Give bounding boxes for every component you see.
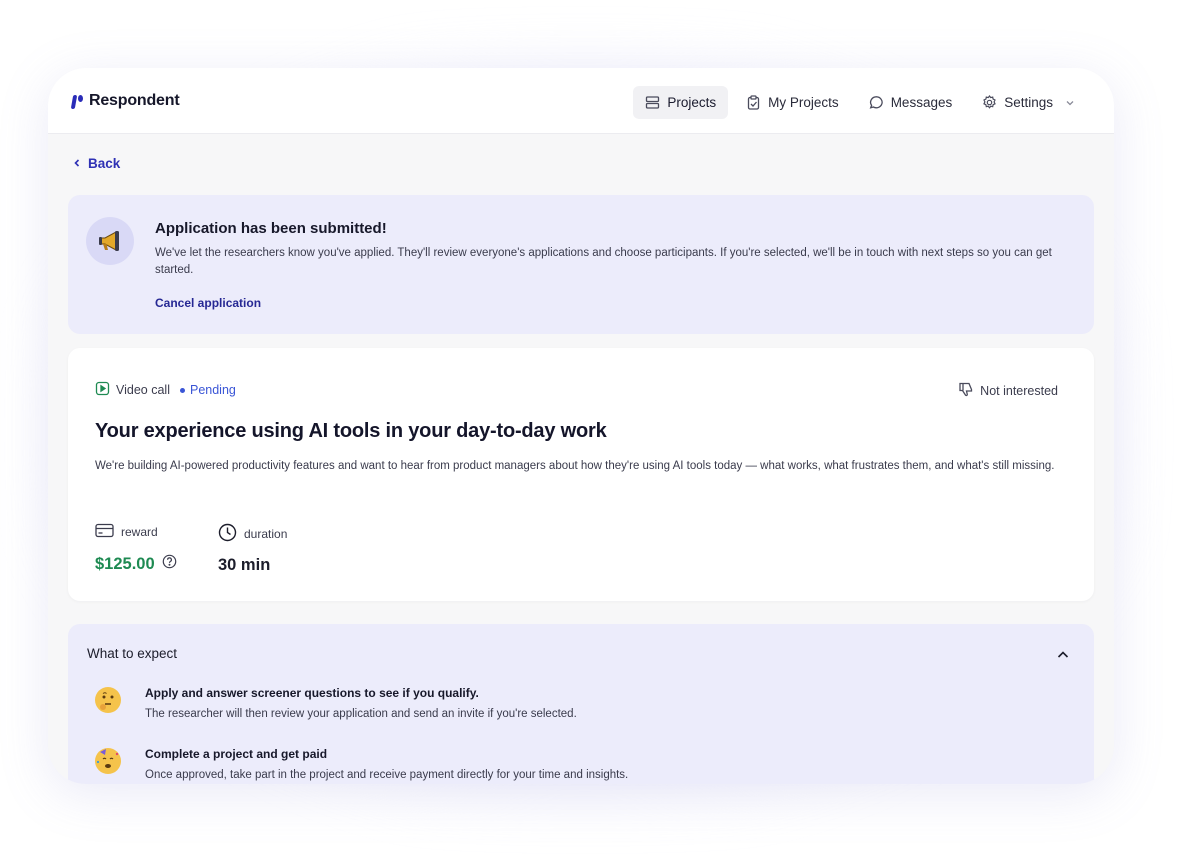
duration-value-row: 30 min [218,556,287,575]
chevron-down-icon [1064,97,1076,109]
nav-item-my-projects[interactable]: My Projects [734,86,851,119]
project-card: Video call Pending Not interested Your e… [68,348,1094,601]
project-title: Your experience using AI tools in your d… [95,420,607,442]
notice-title: Application has been submitted! [155,220,387,237]
back-label: Back [88,156,121,171]
reward-label: reward [121,525,158,539]
step-description: The researcher will then review your app… [145,708,577,720]
megaphone-icon [86,217,134,265]
status-label: Pending [189,383,236,397]
main-nav: Projects My Projects Messages Settings [633,86,1088,119]
logo-icon [70,93,83,109]
nav-item-settings[interactable]: Settings [970,86,1088,119]
expect-title: What to expect [87,646,178,661]
clock-icon [218,523,237,545]
expect-step: Apply and answer screener questions to s… [95,686,577,720]
help-icon[interactable] [162,554,177,574]
credit-card-icon [95,523,114,541]
party-face-icon [95,748,121,774]
clipboard-icon [746,95,761,110]
expect-step: Complete a project and get paid Once app… [95,747,628,781]
reward-value-row: $125.00 [95,554,177,574]
chevron-up-icon[interactable] [1054,646,1072,664]
not-interested-button[interactable]: Not interested [958,381,1058,400]
chat-bubble-icon [869,95,884,110]
step-text: Complete a project and get paid Once app… [145,747,628,781]
cancel-application-link[interactable]: Cancel application [155,296,261,310]
gear-icon [982,95,997,110]
step-title: Complete a project and get paid [145,747,328,761]
nav-item-label: Messages [890,95,953,110]
duration-stat: duration 30 min [218,523,287,575]
step-text: Apply and answer screener questions to s… [145,686,577,720]
reward-value: $125.00 [95,554,155,573]
nav-item-messages[interactable]: Messages [857,86,965,119]
application-submitted-banner: Application has been submitted! We've le… [68,195,1094,334]
what-to-expect-section: What to expect Apply and answer screener… [68,624,1094,784]
project-type: Video call [116,383,170,397]
nav-item-label: Settings [1004,95,1053,110]
respondent-logo[interactable]: Respondent [70,92,180,110]
logo-text: Respondent [89,92,180,109]
notice-body: We've let the researchers know you've ap… [155,247,1052,276]
project-meta: Video call Pending [95,381,236,399]
reward-stat: reward $125.00 [95,523,177,574]
status-dot [179,387,185,393]
project-description: We're building AI-powered productivity f… [95,460,1055,472]
chevron-left-icon [72,156,82,171]
status-badge: Pending [179,383,236,397]
back-link[interactable]: Back [72,156,120,171]
projects-icon [645,95,660,110]
top-navigation-bar: Respondent Projects My Projects Messages [48,68,1114,134]
step-description: Once approved, take part in the project … [145,769,629,781]
not-interested-label: Not interested [980,383,1058,398]
app-window: Respondent Projects My Projects Messages [48,68,1114,784]
duration-label-row: duration [218,523,287,545]
duration-value: 30 min [218,556,271,574]
thumbs-down-icon [958,381,974,400]
video-call-icon [95,381,110,399]
nav-item-projects[interactable]: Projects [633,86,729,119]
nav-item-label: Projects [667,95,717,110]
step-title: Apply and answer screener questions to s… [145,686,479,700]
thinking-face-icon [95,687,121,713]
duration-label: duration [244,527,288,541]
nav-item-label: My Projects [768,95,839,110]
reward-label-row: reward [95,523,177,541]
